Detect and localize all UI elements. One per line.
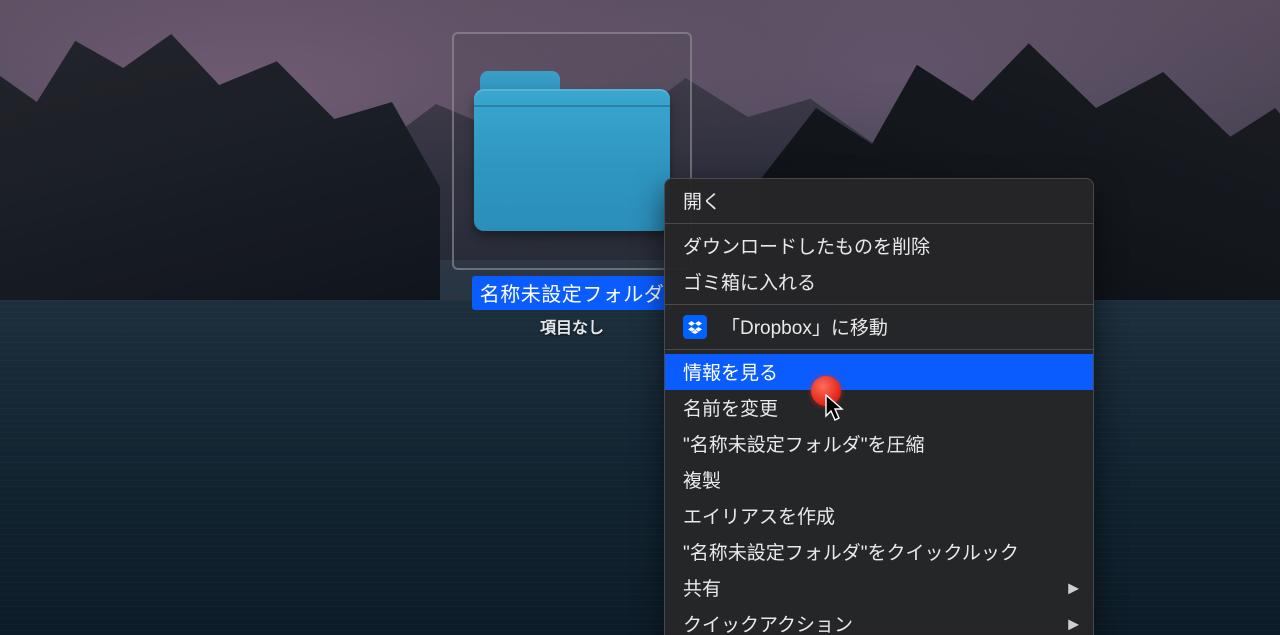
menu-open-label: 開く bbox=[683, 187, 721, 214]
menu-separator bbox=[665, 349, 1093, 350]
folder-subtitle: 項目なし bbox=[452, 314, 692, 338]
menu-make-alias-label: エイリアスを作成 bbox=[683, 502, 835, 529]
selected-folder[interactable] bbox=[452, 32, 692, 270]
menu-get-info[interactable]: 情報を見る bbox=[665, 354, 1093, 390]
menu-get-info-label: 情報を見る bbox=[683, 358, 778, 385]
folder-label-block: 名称未設定フォルダ 項目なし bbox=[452, 276, 692, 338]
menu-open[interactable]: 開く bbox=[665, 183, 1093, 219]
menu-compress-label: "名称未設定フォルダ"を圧縮 bbox=[683, 430, 925, 457]
menu-quick-look-label: "名称未設定フォルダ"をクイックルック bbox=[683, 538, 1019, 565]
chevron-right-icon: ▶ bbox=[1068, 616, 1079, 633]
menu-trash-label: ゴミ箱に入れる bbox=[683, 268, 816, 295]
menu-share-label: 共有 bbox=[683, 574, 721, 601]
menu-duplicate-label: 複製 bbox=[683, 466, 721, 493]
folder-icon bbox=[474, 71, 670, 231]
menu-move-to-trash[interactable]: ゴミ箱に入れる bbox=[665, 264, 1093, 300]
menu-share[interactable]: 共有 ▶ bbox=[665, 570, 1093, 606]
menu-rename-label: 名前を変更 bbox=[683, 394, 778, 421]
chevron-right-icon: ▶ bbox=[1068, 580, 1079, 597]
menu-separator bbox=[665, 223, 1093, 224]
menu-remove-download-label: ダウンロードしたものを削除 bbox=[683, 232, 930, 259]
dropbox-icon bbox=[683, 315, 707, 339]
menu-duplicate[interactable]: 複製 bbox=[665, 462, 1093, 498]
click-indicator bbox=[811, 376, 841, 406]
menu-separator bbox=[665, 304, 1093, 305]
menu-make-alias[interactable]: エイリアスを作成 bbox=[665, 498, 1093, 534]
menu-dropbox-label: 「Dropbox」に移動 bbox=[721, 313, 888, 340]
menu-compress[interactable]: "名称未設定フォルダ"を圧縮 bbox=[665, 426, 1093, 462]
menu-move-to-dropbox[interactable]: 「Dropbox」に移動 bbox=[665, 309, 1093, 345]
menu-quick-actions[interactable]: クイックアクション ▶ bbox=[665, 606, 1093, 635]
menu-quick-look[interactable]: "名称未設定フォルダ"をクイックルック bbox=[665, 534, 1093, 570]
menu-remove-download[interactable]: ダウンロードしたものを削除 bbox=[665, 228, 1093, 264]
wallpaper-mountain bbox=[0, 0, 440, 340]
menu-rename[interactable]: 名前を変更 bbox=[665, 390, 1093, 426]
desktop-wallpaper: 名称未設定フォルダ 項目なし 開く ダウンロードしたものを削除 ゴミ箱に入れる … bbox=[0, 0, 1280, 635]
folder-name[interactable]: 名称未設定フォルダ bbox=[472, 276, 673, 310]
context-menu: 開く ダウンロードしたものを削除 ゴミ箱に入れる 「Dropbox」に移動 情報… bbox=[664, 178, 1094, 635]
menu-quick-actions-label: クイックアクション bbox=[683, 610, 853, 635]
